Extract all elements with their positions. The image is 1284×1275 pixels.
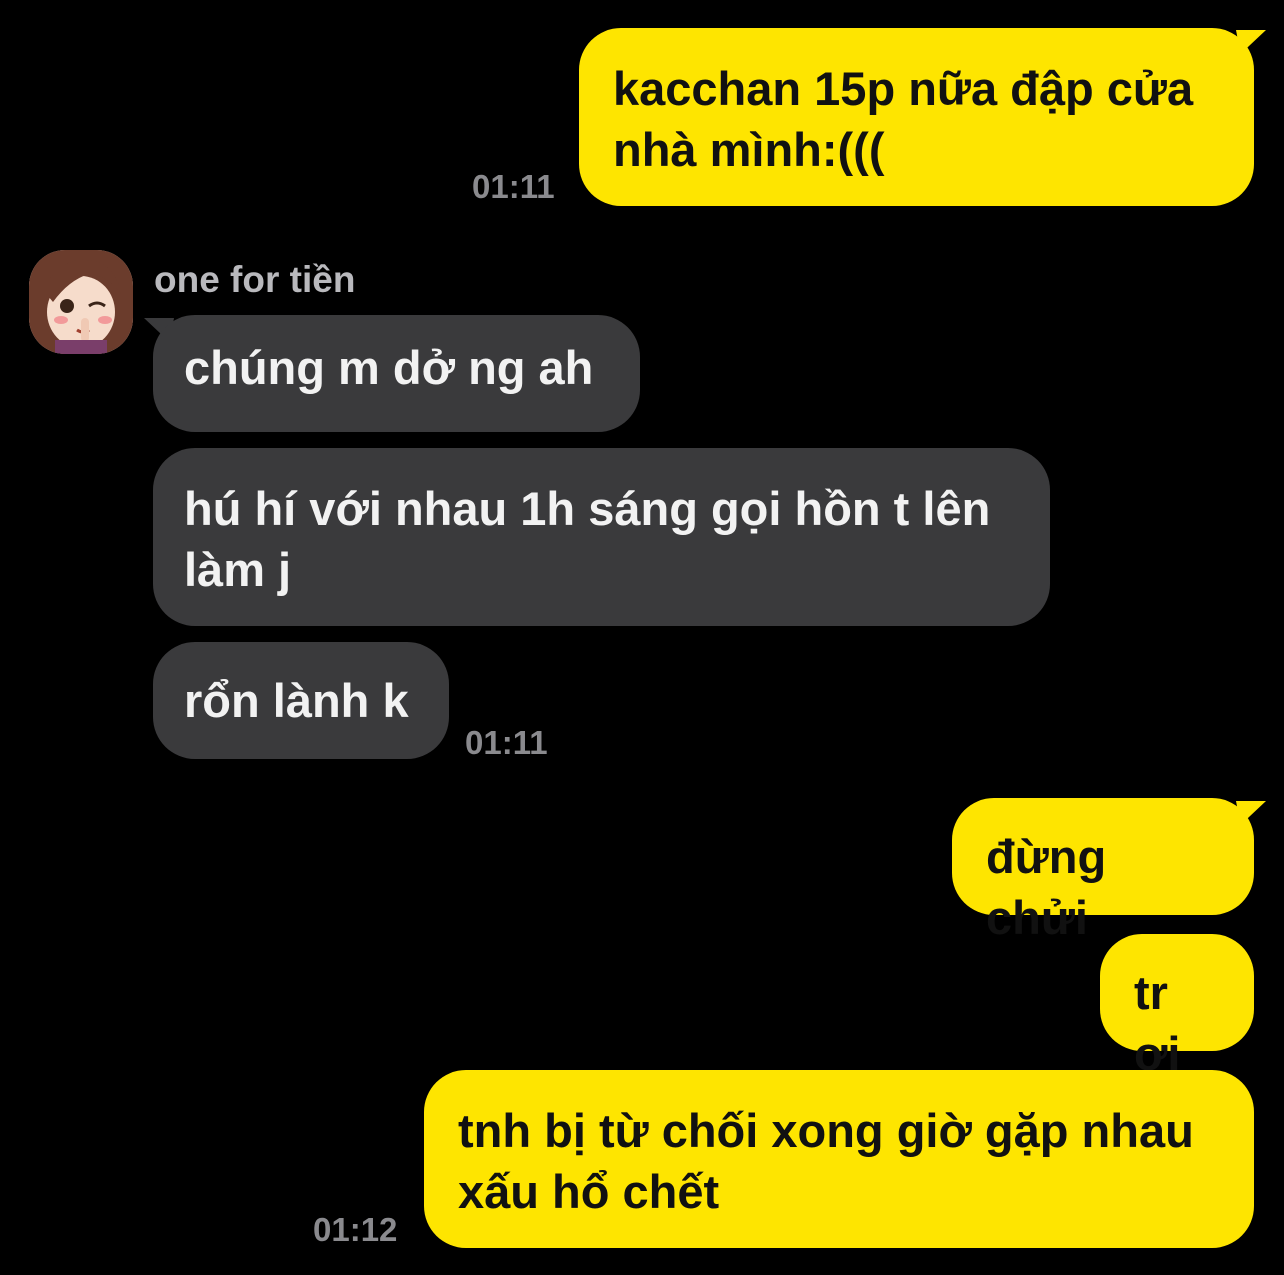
outgoing-message-bubble[interactable]: tnh bị từ chối xong giờ gặp nhau xấu hổ … — [424, 1070, 1254, 1248]
anime-girl-avatar-icon — [29, 250, 133, 354]
message-timestamp: 01:11 — [472, 168, 555, 205]
incoming-message-bubble[interactable]: chúng m dở ng ah — [153, 315, 640, 432]
incoming-message-bubble[interactable]: hú hí với nhau 1h sáng gọi hồn t lên làm… — [153, 448, 1050, 626]
sender-name: one for tiền — [154, 259, 356, 300]
incoming-message-bubble[interactable]: rổn lành k — [153, 642, 449, 759]
message-timestamp: 01:12 — [313, 1211, 398, 1248]
outgoing-message-bubble[interactable]: tr ơi — [1100, 934, 1254, 1080]
message-timestamp: 01:11 — [465, 724, 548, 761]
partner-avatar[interactable] — [29, 250, 133, 354]
outgoing-message-bubble[interactable]: kacchan 15p nữa đập cửa nhà mình:((( — [579, 28, 1254, 206]
outgoing-message-bubble[interactable]: đừng chửi — [952, 798, 1254, 944]
